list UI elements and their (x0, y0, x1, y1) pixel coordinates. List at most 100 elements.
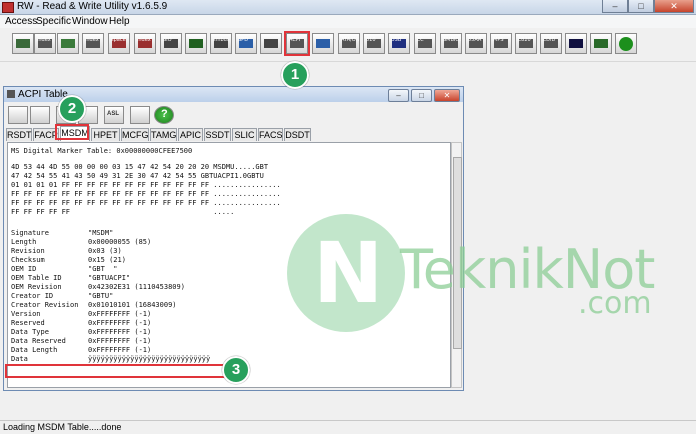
tab-facs[interactable]: FACS (258, 128, 283, 141)
table-header-line: MS Digital Marker Table: 0x00000000CFEE7… (11, 147, 193, 155)
field-value: 0xFFFFFFFF (-1) (88, 310, 152, 318)
close-button[interactable]: ✕ (654, 0, 694, 13)
tab-ssdt[interactable]: SSDT (204, 128, 231, 141)
field-value: ÿÿÿÿÿÿÿÿÿÿÿÿÿÿÿÿÿÿÿÿÿÿÿÿÿÿÿÿÿ (88, 355, 211, 363)
field-name: Checksum (11, 256, 45, 264)
field-value: "GBT " (88, 265, 118, 273)
asl-icon[interactable]: ASL (104, 106, 124, 124)
e820-icon[interactable]: E820 (515, 33, 537, 54)
field-name: Creator ID (11, 292, 54, 300)
acpi-window-icon (7, 90, 15, 98)
callout-2: 2 (58, 95, 86, 123)
watermark-logo: N (287, 214, 405, 332)
main-toolbar: index index space index SIO smbus SPD ACPI ATA/O… (0, 28, 696, 62)
memory-icon[interactable] (57, 33, 79, 54)
tab-dsdt[interactable]: DSDT (284, 128, 311, 141)
field-name: Creator Revision (11, 301, 79, 309)
field-name: Data (11, 355, 28, 363)
acpi-minimize-button[interactable]: – (388, 89, 409, 102)
tab-hpet[interactable]: HPET (91, 128, 120, 141)
acpi-maximize-button[interactable]: □ (411, 89, 432, 102)
command-icon[interactable] (565, 33, 587, 54)
minimize-button[interactable]: – (602, 0, 628, 13)
status-text: Loading MSDM Table.....done (3, 422, 122, 432)
memory-index-icon[interactable]: index (34, 33, 56, 54)
tab-mcfg[interactable]: MCFG (121, 128, 149, 141)
data-row-highlight (5, 364, 247, 378)
tab-tamg[interactable]: TAMG (150, 128, 177, 141)
field-name: Reserved (11, 319, 45, 327)
field-name: OEM Revision (11, 283, 62, 291)
field-value: "MSDM" (88, 229, 114, 237)
ec-icon[interactable]: EC (414, 33, 436, 54)
field-name: Revision (11, 247, 45, 255)
mcfg-icon[interactable] (260, 33, 282, 54)
callout-3: 3 (222, 356, 250, 384)
mps-icon[interactable]: MPS (490, 33, 512, 54)
tab-slic[interactable]: SLIC (232, 128, 257, 141)
field-name: Data Length (11, 346, 58, 354)
hex-dump-line: 01 01 01 01 FF FF FF FF FF FF FF FF FF F… (11, 181, 281, 189)
field-value: 0x01010101 (16843009) (88, 301, 177, 309)
status-bar: Loading MSDM Table.....done (0, 420, 696, 434)
field-value: 0x00000055 (85) (88, 238, 152, 246)
field-value: 0xFFFFFFFF (-1) (88, 337, 152, 345)
disk-icon[interactable]: 010 (363, 33, 385, 54)
spd-icon[interactable]: SPD (235, 33, 257, 54)
watermark-domain: .com (578, 286, 652, 321)
tab-apic[interactable]: APIC (178, 128, 203, 141)
aa-icon[interactable]: 55AA (465, 33, 487, 54)
field-value: "GBTUACPI" (88, 274, 131, 282)
edid-icon[interactable]: EDID (540, 33, 562, 54)
acpi-icon[interactable]: ACPI (284, 31, 310, 56)
usb-icon[interactable]: USB (388, 33, 410, 54)
sio-icon[interactable]: SIO (160, 33, 182, 54)
hex-dump-line: 4D 53 44 4D 55 00 00 00 03 15 47 42 54 2… (11, 163, 269, 171)
field-name: Signature (11, 229, 49, 237)
hdd-icon[interactable]: ATA/ON (338, 33, 360, 54)
hex-dump-line: 47 42 54 55 41 43 50 49 31 2E 30 47 42 5… (11, 172, 264, 180)
app-title-bar: RW - Read & Write Utility v1.6.5.9 – □ ✕ (0, 0, 696, 15)
field-value: 0x42302E31 (1110453809) (88, 283, 185, 291)
field-value: 0xFFFFFFFF (-1) (88, 328, 152, 336)
field-value: 0xFFFFFFFF (-1) (88, 346, 152, 354)
menu-access[interactable]: Access (5, 16, 37, 27)
battery-icon[interactable] (590, 33, 612, 54)
menu-specific[interactable]: Specific (36, 16, 71, 27)
io-index-icon[interactable]: index (134, 33, 156, 54)
acpi-close-button[interactable]: ✕ (434, 89, 460, 102)
monitor-icon[interactable] (312, 33, 334, 54)
msdm-tab-highlight (55, 124, 89, 140)
menu-window[interactable]: Window (72, 16, 108, 27)
field-name: OEM Table ID (11, 274, 62, 282)
menu-help[interactable]: Help (109, 16, 130, 27)
help-icon[interactable]: ? (615, 33, 637, 54)
field-value: 0xFFFFFFFF (-1) (88, 319, 152, 327)
smbios-icon[interactable]: SMBIOS (440, 33, 462, 54)
app-title: RW - Read & Write Utility v1.6.5.9 (17, 1, 168, 12)
maximize-button[interactable]: □ (628, 0, 654, 13)
acpi-help-icon[interactable]: ? (154, 106, 174, 124)
field-value: 0x15 (21) (88, 256, 126, 264)
field-name: OEM ID (11, 265, 37, 273)
save-all-icon[interactable] (30, 106, 50, 124)
menu-bar: Access Specific Window Help (0, 15, 696, 28)
tab-rsdt[interactable]: RSDT (6, 128, 32, 141)
find-icon[interactable] (130, 106, 150, 124)
field-name: Version (11, 310, 41, 318)
smbus-icon[interactable]: smbus (210, 33, 232, 54)
field-name: Data Reserved (11, 337, 66, 345)
field-value: 0x03 (3) (88, 247, 122, 255)
index-icon[interactable]: index (82, 33, 104, 54)
app-icon (2, 2, 14, 13)
pci-icon[interactable] (12, 33, 34, 54)
callout-1: 1 (281, 61, 309, 89)
save-icon[interactable] (8, 106, 28, 124)
io-space-icon[interactable]: space (108, 33, 130, 54)
oscilloscope-icon[interactable] (185, 33, 207, 54)
acpi-title: ACPI Table (18, 89, 68, 100)
field-name: Data Type (11, 328, 49, 336)
field-name: Length (11, 238, 37, 246)
acpi-window-controls: – □ ✕ (388, 89, 460, 102)
hex-dump-line: FF FF FF FF FF FF FF FF FF FF FF FF FF F… (11, 190, 281, 198)
